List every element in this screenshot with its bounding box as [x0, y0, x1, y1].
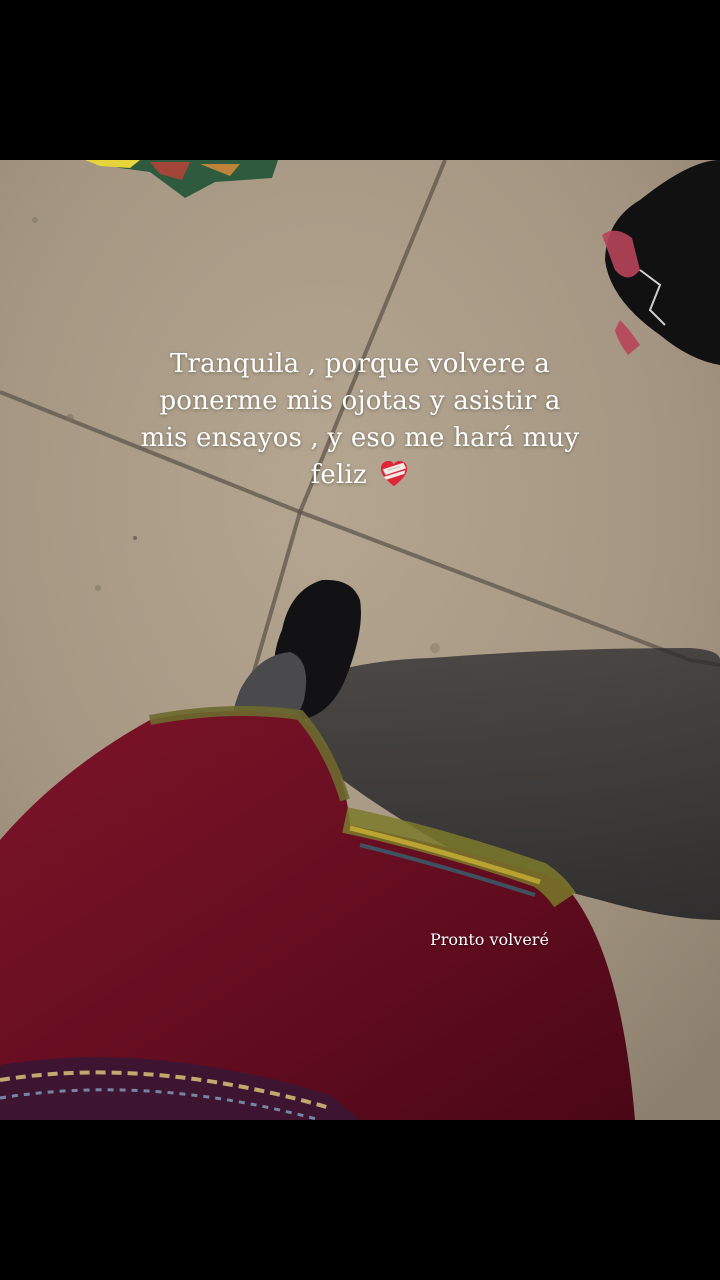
caption-line-last: feliz	[140, 457, 580, 494]
floor-scene	[0, 160, 720, 1120]
story-frame: Tranquila , porque volvere a ponerme mis…	[0, 0, 720, 1280]
caption-line: Tranquila , porque volvere a	[169, 349, 550, 379]
mending-heart-icon	[381, 460, 408, 487]
story-subcaption: Pronto volveré	[430, 930, 549, 949]
story-caption: Tranquila , porque volvere a ponerme mis…	[140, 346, 580, 494]
caption-line: feliz	[310, 460, 367, 490]
background-photo	[0, 160, 720, 1120]
caption-line: ponerme mis ojotas y asistir a	[159, 386, 561, 416]
caption-line: mis ensayos , y eso me hará muy	[140, 423, 580, 453]
